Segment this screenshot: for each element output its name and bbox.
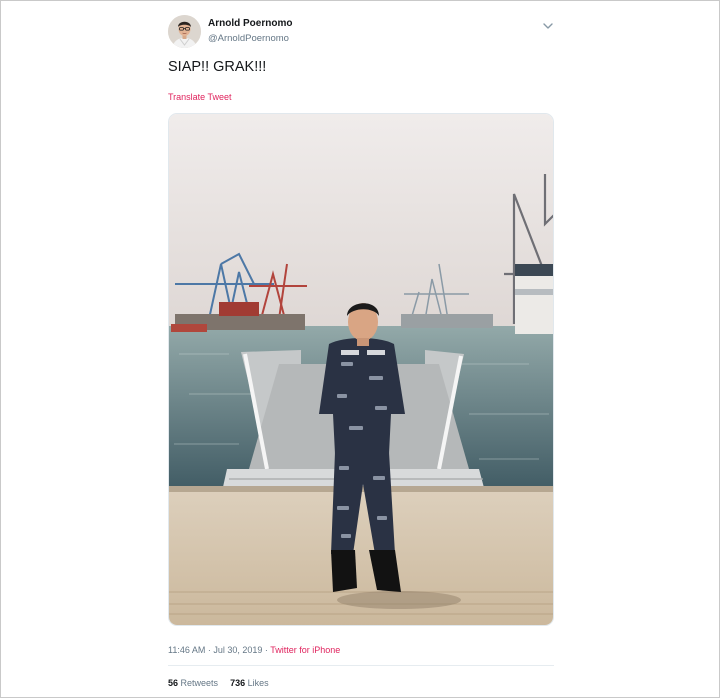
retweets-stat[interactable]: 56 Retweets xyxy=(168,678,218,688)
avatar-image xyxy=(168,15,201,48)
tweet-text: SIAP!! GRAK!!! xyxy=(168,59,267,75)
author-name[interactable]: Arnold Poernomo xyxy=(208,18,292,29)
retweets-label: Retweets xyxy=(180,678,219,688)
likes-label: Likes xyxy=(247,678,269,688)
likes-count: 736 xyxy=(230,678,246,688)
divider xyxy=(168,665,554,666)
tweet-photo[interactable] xyxy=(168,113,554,626)
likes-stat[interactable]: 736 Likes xyxy=(230,678,269,688)
tweet-stats: 56 Retweets 736 Likes xyxy=(168,678,269,688)
photo-soldier-on-pier xyxy=(169,114,553,625)
tweet-card: Arnold Poernomo @ArnoldPoernomo SIAP!! G… xyxy=(0,0,720,698)
tweet-source[interactable]: Twitter for iPhone xyxy=(270,645,340,655)
tweet-timestamp[interactable]: 11:46 AM · Jul 30, 2019 xyxy=(168,645,262,655)
translate-tweet-link[interactable]: Translate Tweet xyxy=(168,92,232,102)
author-handle[interactable]: @ArnoldPoernomo xyxy=(208,33,289,44)
retweets-count: 56 xyxy=(168,678,179,688)
avatar[interactable] xyxy=(168,15,201,48)
tweet-meta: 11:46 AM · Jul 30, 2019 · Twitter for iP… xyxy=(168,645,340,655)
chevron-down-icon[interactable] xyxy=(542,18,554,29)
